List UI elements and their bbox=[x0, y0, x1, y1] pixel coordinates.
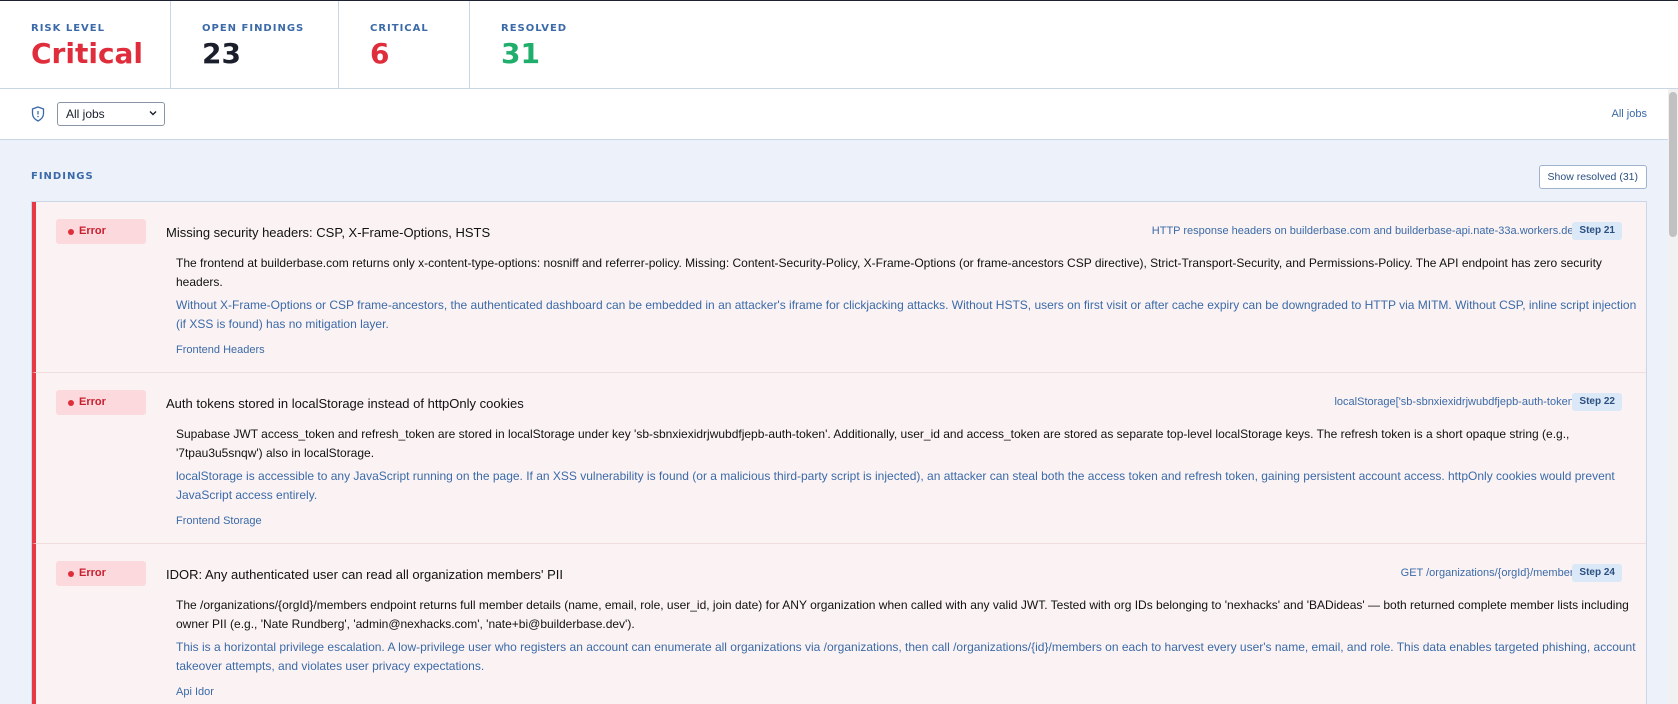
stat-label: RESOLVED bbox=[501, 23, 568, 34]
shield-icon bbox=[31, 106, 45, 122]
finding-impact: This is a horizontal privilege escalatio… bbox=[176, 640, 1636, 673]
finding-title: Missing security headers: CSP, X-Frame-O… bbox=[166, 225, 491, 240]
stat-open-findings: OPEN FINDINGS 23 bbox=[171, 1, 339, 88]
scrollbar-thumb[interactable] bbox=[1669, 92, 1677, 237]
finding-location: GET /organizations/{orgId}/members bbox=[1400, 567, 1579, 579]
finding-title: Auth tokens stored in localStorage inste… bbox=[166, 396, 524, 411]
finding-title: IDOR: Any authenticated user can read al… bbox=[166, 567, 564, 582]
severity-badge: Error bbox=[56, 390, 146, 415]
finding-category: Api Idor bbox=[176, 686, 214, 698]
error-dot-icon bbox=[68, 400, 74, 406]
step-badge[interactable]: Step 22 bbox=[1572, 393, 1622, 411]
stat-value: Critical bbox=[31, 37, 144, 70]
step-badge[interactable]: Step 21 bbox=[1572, 222, 1622, 240]
finding-card[interactable]: Error Auth tokens stored in localStorage… bbox=[32, 373, 1646, 544]
finding-category: Frontend Storage bbox=[176, 515, 262, 527]
show-resolved-button[interactable]: Show resolved (31) bbox=[1538, 165, 1647, 189]
step-badge[interactable]: Step 24 bbox=[1572, 564, 1622, 582]
severity-badge: Error bbox=[56, 219, 146, 244]
severity-label: Error bbox=[79, 567, 106, 579]
chevron-down-icon bbox=[149, 111, 157, 116]
stats-bar: RISK LEVEL Critical OPEN FINDINGS 23 CRI… bbox=[0, 1, 1678, 89]
stat-critical: CRITICAL 6 bbox=[339, 1, 470, 88]
finding-location: localStorage['sb-sbnxiexidrjwubdfjepb-au… bbox=[1334, 396, 1579, 408]
stat-label: RISK LEVEL bbox=[31, 23, 105, 34]
error-dot-icon bbox=[68, 571, 74, 577]
error-dot-icon bbox=[68, 229, 74, 235]
stat-label: OPEN FINDINGS bbox=[202, 23, 305, 34]
finding-card[interactable]: Error IDOR: Any authenticated user can r… bbox=[32, 544, 1646, 704]
stat-value: 6 bbox=[370, 37, 390, 70]
finding-impact: localStorage is accessible to any JavaSc… bbox=[176, 469, 1615, 502]
finding-card[interactable]: Error Missing security headers: CSP, X-F… bbox=[32, 202, 1646, 373]
all-jobs-link[interactable]: All jobs bbox=[1612, 108, 1647, 120]
finding-impact: Without X-Frame-Options or CSP frame-anc… bbox=[176, 298, 1637, 331]
severity-label: Error bbox=[79, 396, 106, 408]
finding-description: Supabase JWT access_token and refresh_to… bbox=[176, 427, 1570, 460]
job-filter-value: All jobs bbox=[66, 107, 105, 121]
finding-category: Frontend Headers bbox=[176, 344, 265, 356]
finding-location: HTTP response headers on builderbase.com… bbox=[1151, 225, 1579, 237]
job-filter-select[interactable]: All jobs bbox=[57, 102, 165, 126]
filter-toolbar: All jobs All jobs bbox=[0, 89, 1678, 140]
stat-value: 23 bbox=[202, 37, 241, 70]
finding-description: The /organizations/{orgId}/members endpo… bbox=[176, 598, 1629, 631]
stat-label: CRITICAL bbox=[370, 23, 429, 34]
finding-description: The frontend at builderbase.com returns … bbox=[176, 256, 1602, 289]
findings-heading: FINDINGS bbox=[31, 171, 94, 182]
severity-label: Error bbox=[79, 225, 106, 237]
severity-badge: Error bbox=[56, 561, 146, 586]
stat-value: 31 bbox=[501, 37, 540, 70]
stat-risk-level: RISK LEVEL Critical bbox=[0, 1, 171, 88]
findings-list: Error Missing security headers: CSP, X-F… bbox=[31, 201, 1647, 704]
stat-resolved: RESOLVED 31 bbox=[470, 1, 670, 88]
